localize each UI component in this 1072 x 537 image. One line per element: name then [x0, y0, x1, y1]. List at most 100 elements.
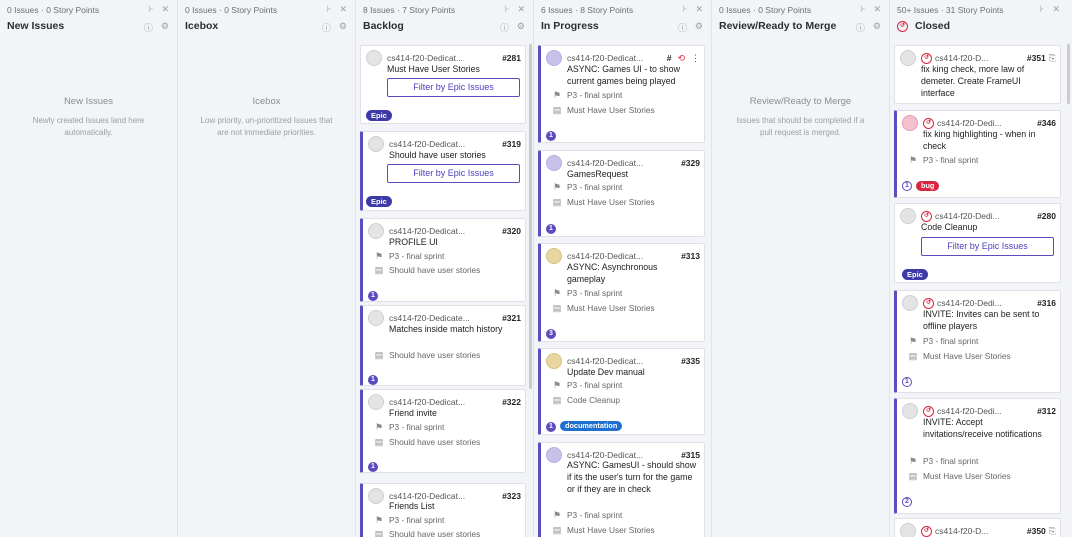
- avatar: [546, 155, 562, 171]
- pin-icon[interactable]: ✕: [695, 4, 703, 15]
- epic-link: ▤ Should have user stories: [374, 436, 481, 448]
- collapse-icon[interactable]: ⊦: [505, 4, 510, 15]
- filter-epic-button[interactable]: Filter by Epic Issues: [387, 78, 520, 97]
- issue-card[interactable]: ↺ cs414-f20-Dedi... #346 fix king highligh…: [894, 110, 1061, 198]
- epic-icon: ▤: [908, 350, 918, 361]
- milestone: ⚑ P3 - final sprint: [552, 509, 623, 521]
- closed-issue-icon: ↺: [923, 297, 934, 309]
- issue-title: Must Have User Stories: [387, 64, 480, 74]
- repo-name: cs414-f20-Dedi...: [935, 211, 1000, 221]
- empty-title: Review/Ready to Merge: [749, 96, 852, 107]
- gear-icon[interactable]: ⚙: [695, 21, 703, 34]
- gear-icon[interactable]: ⚙: [161, 21, 169, 34]
- collapse-icon[interactable]: ⊦: [149, 4, 154, 15]
- epic-icon: ▤: [552, 394, 562, 405]
- repo-name: cs414-f20-Dedicat...: [567, 251, 644, 261]
- avatar: [368, 488, 384, 504]
- epic-tag: Epic: [902, 269, 928, 280]
- issue-card[interactable]: cs414-f20-Dedicat... #281 Must Have User …: [360, 45, 526, 124]
- issue-title: fix king highlighting - when in check: [923, 129, 1036, 151]
- milestone-icon: ⚑: [374, 421, 384, 432]
- collapse-icon[interactable]: ⊦: [861, 4, 866, 15]
- pipeline-meta: 6 Issues · 8 Story Points: [541, 5, 634, 15]
- pin-icon[interactable]: ✕: [161, 4, 169, 15]
- repo-name: cs414-f20-Dedicat...: [567, 356, 644, 366]
- epic-link: ▤ Must Have User Stories: [552, 196, 655, 208]
- repo-name: cs414-f20-Dedicat...: [387, 53, 464, 63]
- filter-epic-button[interactable]: Filter by Epic Issues: [387, 164, 520, 183]
- empty-state: Icebox Low priority, un-prioritized Issu…: [178, 96, 355, 139]
- pin-icon[interactable]: ✕: [873, 4, 881, 15]
- collapse-icon[interactable]: ⊦: [683, 4, 688, 15]
- scrollbar[interactable]: [529, 44, 532, 389]
- issue-card[interactable]: cs414-f20-Dedicat... # ⟲ ⋮ ASYNC: Games U…: [538, 45, 705, 143]
- issue-title: ASYNC: Asynchronous gameplay: [567, 262, 658, 284]
- issue-card[interactable]: cs414-f20-Dedicat... #322 Friend invite ⚑…: [360, 389, 526, 473]
- more-options-icon[interactable]: ⋮: [691, 53, 700, 64]
- label-bug[interactable]: bug: [916, 181, 940, 191]
- issue-title: INVITE: Accept invitations/receive notif…: [923, 417, 1042, 439]
- avatar: [902, 403, 918, 419]
- pin-icon[interactable]: ✕: [517, 4, 525, 15]
- issue-card[interactable]: ↺ cs414-f20-Dedi... #280 Code Cleanup Filt…: [894, 203, 1061, 283]
- issue-card[interactable]: ↺ cs414-f20-Dedi... #316 INVITE: Invites c…: [894, 290, 1061, 393]
- issue-card[interactable]: ↺ cs414-f20-D... #350 ⎘: [894, 518, 1061, 537]
- gear-icon[interactable]: ⚙: [517, 21, 525, 34]
- notification-icon[interactable]: ⟲: [677, 53, 685, 64]
- issue-number: #319: [502, 139, 521, 149]
- issue-title: Matches inside match history: [389, 324, 503, 334]
- issue-card[interactable]: cs414-f20-Dedicat... #313 ASYNC: Asynchro…: [538, 243, 705, 342]
- gear-icon[interactable]: ⚙: [873, 21, 881, 34]
- pipeline-closed: 50+ Issues · 31 Story Points ↺ Closed ⊦ ✕ …: [890, 0, 1072, 537]
- issue-title: PROFILE UI: [389, 237, 438, 247]
- issue-card[interactable]: cs414-f20-Dedicat... #315 ASYNC: GamesUI …: [538, 442, 705, 537]
- issue-card[interactable]: cs414-f20-Dedicat... #329 GamesRequest ⚑ P…: [538, 150, 705, 237]
- pin-icon[interactable]: ✕: [1052, 4, 1060, 15]
- epic-tag: Epic: [366, 196, 392, 207]
- info-icon[interactable]: ⓘ: [144, 21, 153, 34]
- issue-card[interactable]: ↺ cs414-f20-Dedi... #312 INVITE: Accept in…: [894, 398, 1061, 514]
- empty-state: New Issues Newly created Issues land her…: [0, 96, 177, 139]
- issue-card[interactable]: cs414-f20-Dedicat... #323 Friends List ⚑ P…: [360, 483, 526, 537]
- milestone: ⚑ P3 - final sprint: [374, 514, 445, 526]
- epic-icon: ▤: [552, 302, 562, 313]
- closed-issue-icon: ↺: [923, 117, 934, 129]
- issue-title: GamesRequest: [567, 169, 629, 179]
- info-icon[interactable]: ⓘ: [500, 21, 509, 34]
- issue-number: #280: [1037, 211, 1056, 221]
- issue-card[interactable]: cs414-f20-Dedicat... #320 PROFILE UI ⚑ P3 …: [360, 218, 526, 302]
- collapse-icon[interactable]: ⊦: [1040, 4, 1045, 15]
- pipeline-header: 8 Issues · 7 Story Points Backlog ⊦ ✕ ⓘ ⚙: [356, 0, 533, 42]
- avatar: [900, 208, 916, 224]
- issue-number: #335: [681, 356, 700, 366]
- collapse-icon[interactable]: ⊦: [327, 4, 332, 15]
- issue-number: #329: [681, 158, 700, 168]
- issue-title: ASYNC: Games UI - to show current games …: [567, 64, 680, 86]
- empty-desc: Newly created Issues land here automatic…: [32, 116, 145, 137]
- epic-link: ▤ Must Have User Stories: [552, 302, 655, 314]
- issue-title: Code Cleanup: [921, 222, 978, 232]
- epic-icon: ▤: [552, 196, 562, 207]
- info-icon[interactable]: ⓘ: [322, 21, 331, 34]
- issue-title: ASYNC: GamesUI - should show if its the …: [567, 460, 697, 494]
- issue-card[interactable]: cs414-f20-Dedicat... #335 Update Dev manu…: [538, 348, 705, 435]
- label-documentation[interactable]: documentation: [560, 421, 623, 431]
- repo-name: cs414-f20-Dedicat...: [389, 397, 466, 407]
- issue-number: #: [666, 53, 672, 63]
- issue-title: INVITE: Invites can be sent to offline p…: [923, 309, 1040, 331]
- issue-card[interactable]: ↺ cs414-f20-D... #351 ⎘ fix king check, mor…: [894, 45, 1061, 104]
- scrollbar[interactable]: [1067, 44, 1070, 104]
- info-icon[interactable]: ⓘ: [678, 21, 687, 34]
- repo-name: cs414-f20-Dedicat...: [389, 139, 466, 149]
- epic-icon: ▤: [374, 436, 384, 447]
- info-icon[interactable]: ⓘ: [856, 21, 865, 34]
- epic-link: ▤ Must Have User Stories: [552, 104, 655, 116]
- gear-icon[interactable]: ⚙: [339, 21, 347, 34]
- issue-card[interactable]: cs414-f20-Dedicat... #319 Should have use…: [360, 131, 526, 211]
- epic-icon: ▤: [374, 528, 384, 537]
- issue-card[interactable]: cs414-f20-Dedicate... #321 Matches inside…: [360, 305, 526, 386]
- filter-epic-button[interactable]: Filter by Epic Issues: [921, 237, 1054, 256]
- pin-icon[interactable]: ✕: [339, 4, 347, 15]
- issue-number: #321: [502, 313, 521, 323]
- epic-link: ▤ Code Cleanup: [552, 394, 621, 406]
